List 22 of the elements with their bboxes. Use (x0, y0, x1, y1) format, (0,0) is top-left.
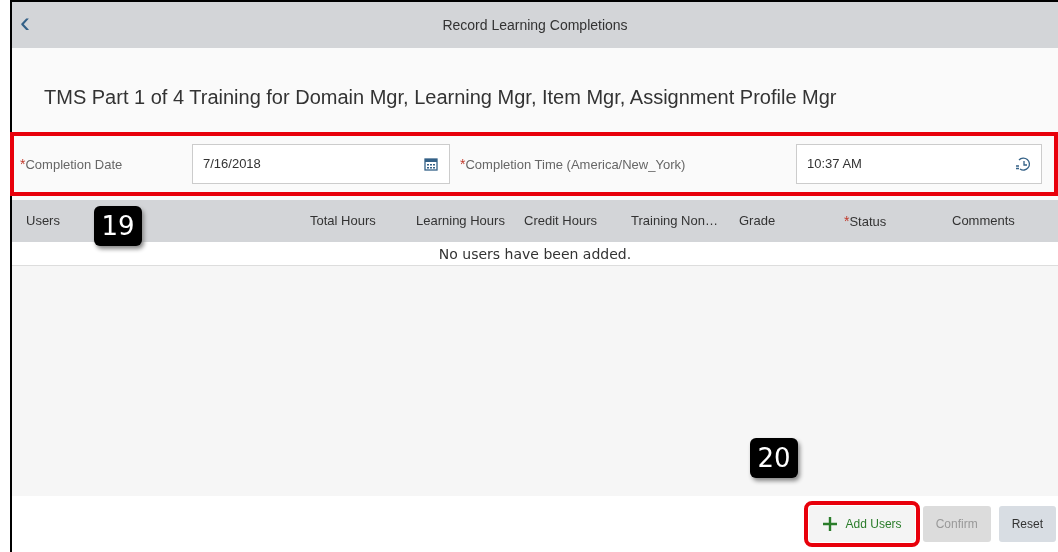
column-header: Grade (739, 213, 776, 229)
plus-icon (821, 516, 838, 532)
date-field[interactable]: 7/16/2018 (192, 144, 450, 184)
reset-button[interactable]: Reset (998, 506, 1056, 542)
column-header: *Status (844, 213, 887, 229)
column-header: Learning Hours (416, 213, 505, 229)
empty-message: No users have been added. (12, 242, 1058, 266)
step-number: 19 (94, 206, 142, 246)
column-header: Total Hours (310, 213, 376, 229)
clock-icon[interactable] (1015, 156, 1031, 172)
column-header: Comments (952, 213, 1015, 229)
calendar-icon[interactable] (423, 156, 439, 172)
step-number: 20 (750, 438, 798, 478)
column-header: Credit Hours (524, 213, 597, 229)
page-title: Record Learning Completions (442, 16, 628, 33)
column-header: Training Non… (631, 213, 718, 229)
back-button[interactable]: ‹ (12, 7, 38, 37)
course-title: TMS Part 1 of 4 Training for Domain Mgr, Learning Mgr, Item Mgr, Assignment Profile Mgr (43, 85, 838, 110)
field-label: *Completion Time (America/New_York) (460, 155, 686, 174)
column-header: Users (26, 213, 60, 229)
field-label: *Completion Date (20, 155, 123, 174)
time-field[interactable]: 10:37 AM (796, 144, 1042, 184)
